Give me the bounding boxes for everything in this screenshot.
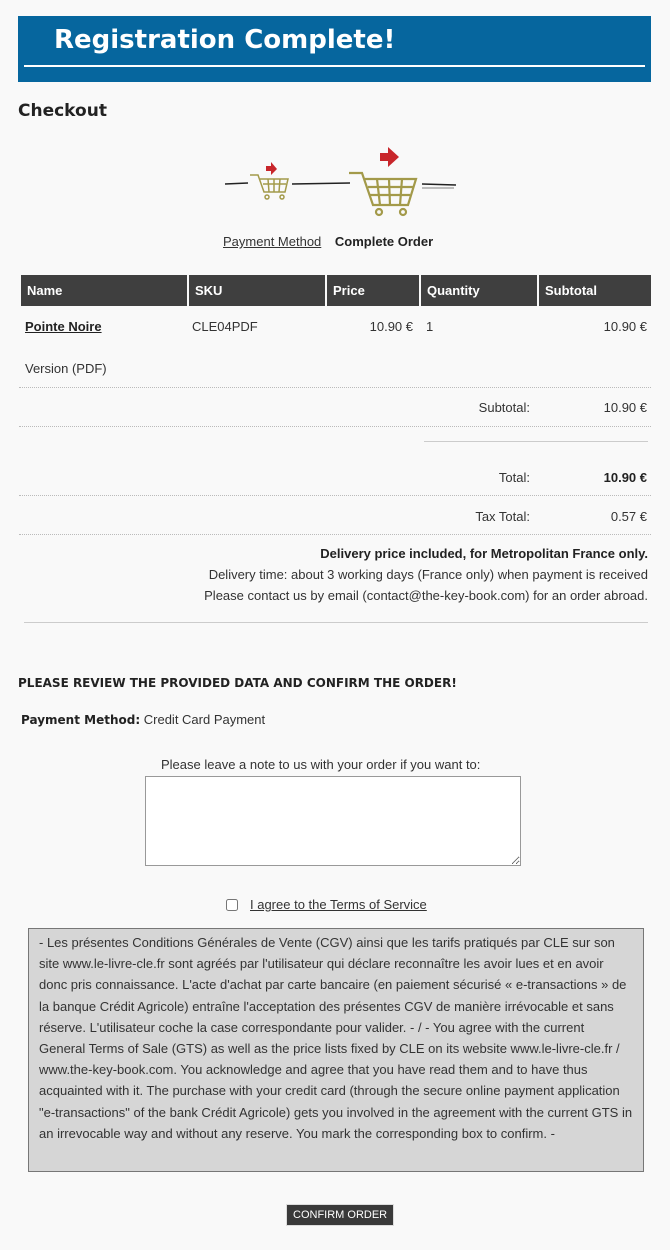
cart-item-version: Version (PDF): [25, 361, 107, 376]
banner-title: Registration Complete!: [54, 25, 396, 55]
step-payment-method-link[interactable]: Payment Method: [223, 234, 321, 249]
large-cart-icon: [349, 171, 418, 217]
divider: [19, 387, 651, 388]
delivery-note: Delivery price included, for Metropolita…: [320, 546, 648, 561]
terms-agreement: I agree to the Terms of Service: [226, 897, 427, 912]
total-rule: [424, 441, 648, 442]
cart-item-subtotal: 10.90 €: [603, 319, 647, 334]
confirm-order-button[interactable]: CONFIRM ORDER: [286, 1204, 395, 1226]
review-heading: PLEASE REVIEW THE PROVIDED DATA AND CONF…: [18, 676, 457, 690]
agree-terms-checkbox[interactable]: [226, 899, 238, 911]
divider: [19, 495, 651, 496]
column-header-sku: SKU: [189, 275, 325, 306]
cart-header-row: Name SKU Price Quantity Subtotal: [21, 275, 651, 306]
large-arrow-icon: [380, 147, 399, 167]
tax-total-value: 0.57 €: [610, 509, 647, 524]
registration-banner: Registration Complete!: [18, 16, 651, 82]
section-divider: [24, 622, 648, 623]
divider: [19, 426, 651, 427]
checkout-steps-graphic: [224, 147, 457, 217]
terms-of-service-link[interactable]: I agree to the Terms of Service: [250, 897, 427, 912]
delivery-info: Delivery price included, for Metropolita…: [204, 543, 648, 606]
cart-item-price: 10.90 €: [369, 319, 413, 334]
small-cart-icon: [250, 174, 289, 200]
total-label: Total:: [498, 470, 530, 485]
payment-method-label: Payment Method:: [21, 713, 141, 727]
payment-method-summary: Payment Method: Credit Card Payment: [21, 712, 265, 727]
column-header-subtotal: Subtotal: [539, 275, 651, 306]
banner-underline: [24, 65, 645, 67]
terms-text-box[interactable]: - Les présentes Conditions Générales de …: [28, 928, 644, 1172]
order-note-textarea[interactable]: [145, 776, 521, 866]
delivery-time: Delivery time: about 3 working days (Fra…: [208, 567, 648, 582]
total-value: 10.90 €: [603, 470, 647, 485]
payment-method-value: Credit Card Payment: [143, 712, 266, 727]
cart-item-sku: CLE04PDF: [192, 319, 258, 334]
cart-item-name-cell: Pointe Noire: [25, 319, 102, 334]
step-complete-order: Complete Order: [334, 234, 434, 249]
checkout-steps: Payment Method Complete Order: [223, 234, 433, 249]
subtotal-value: 10.90 €: [603, 400, 647, 415]
page-title: Checkout: [18, 101, 107, 121]
note-label: Please leave a note to us with your orde…: [161, 757, 481, 772]
product-name-link[interactable]: Pointe Noire: [25, 319, 102, 334]
small-arrow-icon: [266, 162, 277, 175]
cart-item-quantity: 1: [426, 319, 434, 334]
column-header-price: Price: [327, 275, 419, 306]
column-header-quantity: Quantity: [421, 275, 537, 306]
column-header-name: Name: [21, 275, 187, 306]
subtotal-label: Subtotal:: [478, 400, 530, 415]
divider: [19, 534, 651, 535]
cart-table: Name SKU Price Quantity Subtotal: [19, 275, 653, 306]
delivery-contact: Please contact us by email (contact@the-…: [204, 588, 648, 603]
tax-total-label: Tax Total:: [475, 509, 530, 524]
